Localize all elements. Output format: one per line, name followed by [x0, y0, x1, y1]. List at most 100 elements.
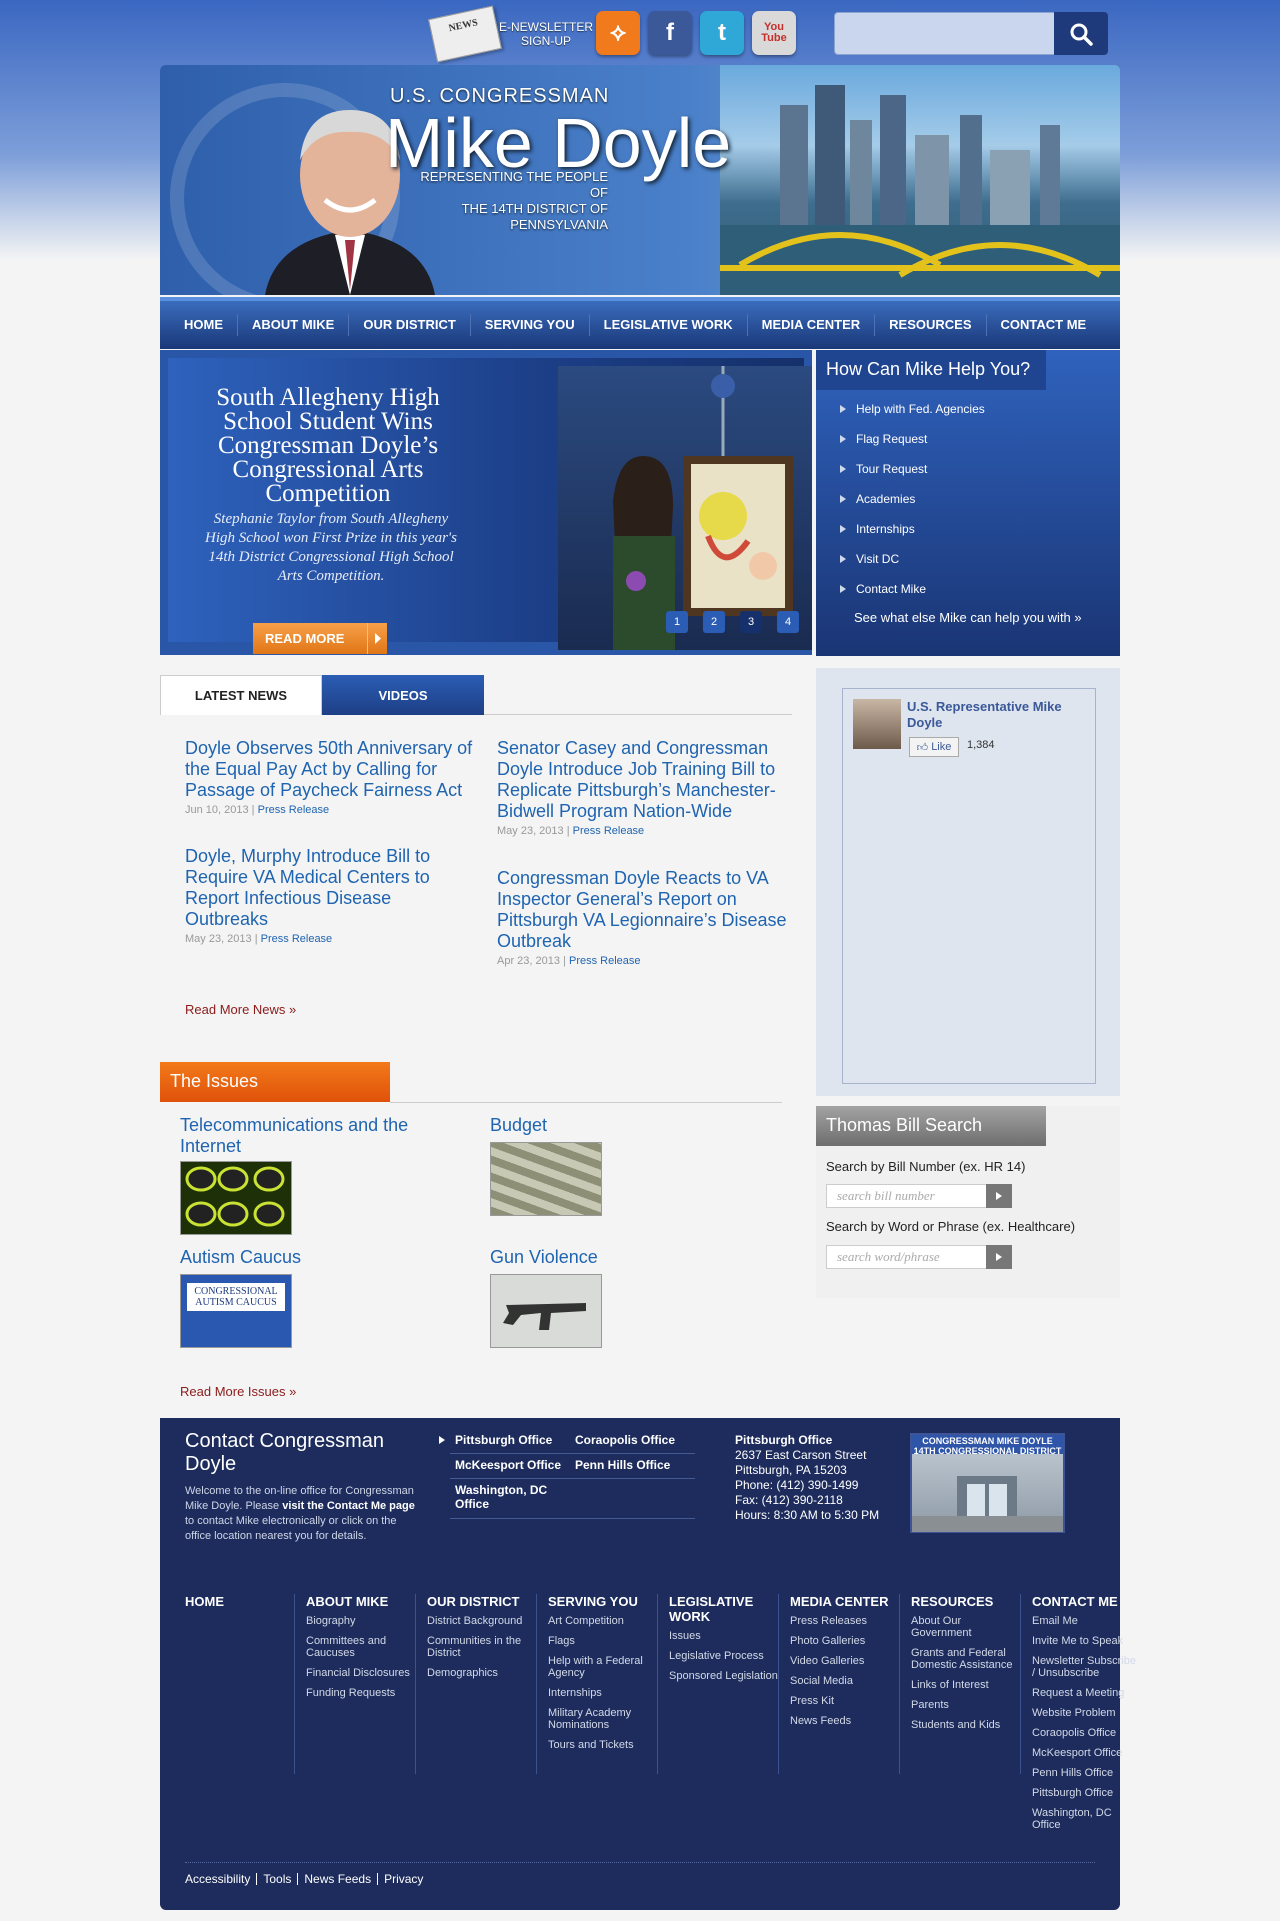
footer-link[interactable]: Help with a Federal Agency [548, 1655, 658, 1679]
footer-link[interactable]: Tours and Tickets [548, 1739, 658, 1751]
help-item-tour-request[interactable]: Tour Request [840, 462, 985, 492]
footer-link[interactable]: Communities in the District [427, 1635, 537, 1659]
footer-bottom-link[interactable]: Accessibility [185, 1873, 258, 1885]
help-item-help-with-fed-agencies[interactable]: Help with Fed. Agencies [840, 402, 985, 432]
read-more-news-link[interactable]: Read More News » [185, 1002, 296, 1017]
facebook-page-name[interactable]: U.S. Representative Mike Doyle [907, 699, 1087, 731]
help-item-flag-request[interactable]: Flag Request [840, 432, 985, 462]
footer-link[interactable]: Invite Me to Speak [1032, 1635, 1142, 1647]
issue-gun-violence-image[interactable] [490, 1274, 602, 1348]
office-coraopolis[interactable]: Coraopolis Office [575, 1433, 693, 1447]
footer-link[interactable]: Financial Disclosures [306, 1667, 416, 1679]
slide[interactable]: South Allegheny High School Student Wins… [168, 358, 812, 650]
news-type-link[interactable]: Press Release [258, 804, 330, 816]
help-item-internships[interactable]: Internships [840, 522, 985, 552]
footer-heading[interactable]: RESOURCES [911, 1594, 1021, 1609]
news-type-link[interactable]: Press Release [261, 933, 333, 945]
read-more-button[interactable]: READ MORE [253, 623, 387, 654]
footer-link[interactable]: Links of Interest [911, 1679, 1021, 1691]
footer-link[interactable]: Funding Requests [306, 1687, 416, 1699]
issue-budget-link[interactable]: Budget [490, 1115, 750, 1136]
footer-link[interactable]: About Our Government [911, 1615, 1021, 1639]
footer-link[interactable]: Committees and Caucuses [306, 1635, 416, 1659]
slider-page-4[interactable]: 4 [777, 611, 799, 633]
footer-heading[interactable]: ABOUT MIKE [306, 1594, 416, 1609]
footer-link[interactable]: Issues [669, 1630, 779, 1642]
search-input[interactable] [835, 13, 1055, 54]
footer-heading[interactable]: HOME [185, 1594, 245, 1609]
help-more-link[interactable]: See what else Mike can help you with » [854, 610, 1082, 625]
footer-bottom-link[interactable]: Privacy [384, 1873, 429, 1885]
footer-heading[interactable]: CONTACT ME [1032, 1594, 1142, 1609]
help-item-contact-mike[interactable]: Contact Mike [840, 582, 985, 612]
footer-heading[interactable]: OUR DISTRICT [427, 1594, 537, 1609]
youtube-icon[interactable]: You Tube [752, 11, 796, 55]
issue-telecom-image[interactable] [180, 1161, 292, 1235]
facebook-like-button[interactable]: 👍︎ Like [909, 737, 959, 757]
bill-word-input[interactable]: search word/phrase [826, 1245, 988, 1269]
footer-link[interactable]: Washington, DC Office [1032, 1807, 1142, 1831]
search-button[interactable] [1054, 12, 1108, 55]
footer-link[interactable]: Request a Meeting [1032, 1687, 1142, 1699]
office-mckeesport[interactable]: McKeesport Office [455, 1458, 573, 1472]
twitter-icon[interactable]: t [700, 11, 744, 55]
footer-link[interactable]: Penn Hills Office [1032, 1767, 1142, 1779]
footer-link[interactable]: Social Media [790, 1675, 900, 1687]
nav-item-home[interactable]: HOME [170, 314, 238, 336]
news-title[interactable]: Senator Casey and Congressman Doyle Intr… [497, 738, 787, 822]
bill-number-input[interactable]: search bill number [826, 1184, 988, 1208]
footer-link[interactable]: Legislative Process [669, 1650, 779, 1662]
footer-link[interactable]: Biography [306, 1615, 416, 1627]
footer-heading[interactable]: MEDIA CENTER [790, 1594, 900, 1609]
footer-link[interactable]: Newsletter Subscribe / Unsubscribe [1032, 1655, 1142, 1679]
footer-heading[interactable]: SERVING YOU [548, 1594, 658, 1609]
slide-title[interactable]: South Allegheny High School Student Wins… [188, 385, 468, 506]
nav-item-legislative-work[interactable]: LEGISLATIVE WORK [590, 314, 748, 336]
contact-me-link[interactable]: visit the Contact Me page [282, 1500, 415, 1512]
help-item-academies[interactable]: Academies [840, 492, 985, 522]
footer-link[interactable]: District Background [427, 1615, 537, 1627]
slider-page-1[interactable]: 1 [666, 611, 688, 633]
footer-link[interactable]: Email Me [1032, 1615, 1142, 1627]
site-search-box[interactable] [834, 12, 1056, 55]
bill-word-submit[interactable] [986, 1245, 1012, 1269]
news-type-link[interactable]: Press Release [573, 825, 645, 837]
tab-videos[interactable]: VIDEOS [322, 675, 484, 715]
footer-link[interactable]: Students and Kids [911, 1719, 1021, 1731]
facebook-profile-picture[interactable] [853, 699, 901, 749]
news-title[interactable]: Doyle, Murphy Introduce Bill to Require … [185, 846, 475, 930]
slider-page-3[interactable]: 3 [740, 611, 762, 633]
issue-gun-violence-link[interactable]: Gun Violence [490, 1247, 750, 1268]
nav-item-contact-me[interactable]: CONTACT ME [987, 314, 1101, 336]
news-type-link[interactable]: Press Release [569, 955, 641, 967]
footer-bottom-link[interactable]: News Feeds [304, 1873, 379, 1885]
nav-item-resources[interactable]: RESOURCES [875, 314, 987, 336]
tab-latest-news[interactable]: LATEST NEWS [160, 675, 322, 715]
footer-link[interactable]: Coraopolis Office [1032, 1727, 1142, 1739]
issue-autism-image[interactable]: CONGRESSIONAL AUTISM CAUCUS [180, 1274, 292, 1348]
facebook-icon[interactable]: f [648, 11, 692, 55]
footer-link[interactable]: McKeesport Office [1032, 1747, 1142, 1759]
footer-link[interactable]: Internships [548, 1687, 658, 1699]
footer-link[interactable]: Press Kit [790, 1695, 900, 1707]
nav-item-media-center[interactable]: MEDIA CENTER [748, 314, 876, 336]
help-item-visit-dc[interactable]: Visit DC [840, 552, 985, 582]
footer-link[interactable]: Art Competition [548, 1615, 658, 1627]
issue-budget-image[interactable] [490, 1142, 602, 1216]
rss-icon[interactable]: ⟡ [596, 11, 640, 55]
footer-link[interactable]: Photo Galleries [790, 1635, 900, 1647]
read-more-issues-link[interactable]: Read More Issues » [180, 1384, 296, 1399]
footer-link[interactable]: Website Problem [1032, 1707, 1142, 1719]
bill-number-submit[interactable] [986, 1184, 1012, 1208]
newsletter-signup-link[interactable]: E-NEWSLETTER SIGN-UP [498, 20, 594, 48]
nav-item-about-mike[interactable]: ABOUT MIKE [238, 314, 350, 336]
nav-item-our-district[interactable]: OUR DISTRICT [349, 314, 471, 336]
footer-link[interactable]: Parents [911, 1699, 1021, 1711]
news-title[interactable]: Doyle Observes 50th Anniversary of the E… [185, 738, 475, 801]
footer-link[interactable]: News Feeds [790, 1715, 900, 1727]
footer-link[interactable]: Grants and Federal Domestic Assistance [911, 1647, 1021, 1671]
footer-bottom-link[interactable]: Tools [263, 1873, 299, 1885]
footer-link[interactable]: Press Releases [790, 1615, 900, 1627]
office-pittsburgh[interactable]: Pittsburgh Office [455, 1433, 573, 1447]
office-washington-dc[interactable]: Washington, DC Office [455, 1483, 573, 1511]
